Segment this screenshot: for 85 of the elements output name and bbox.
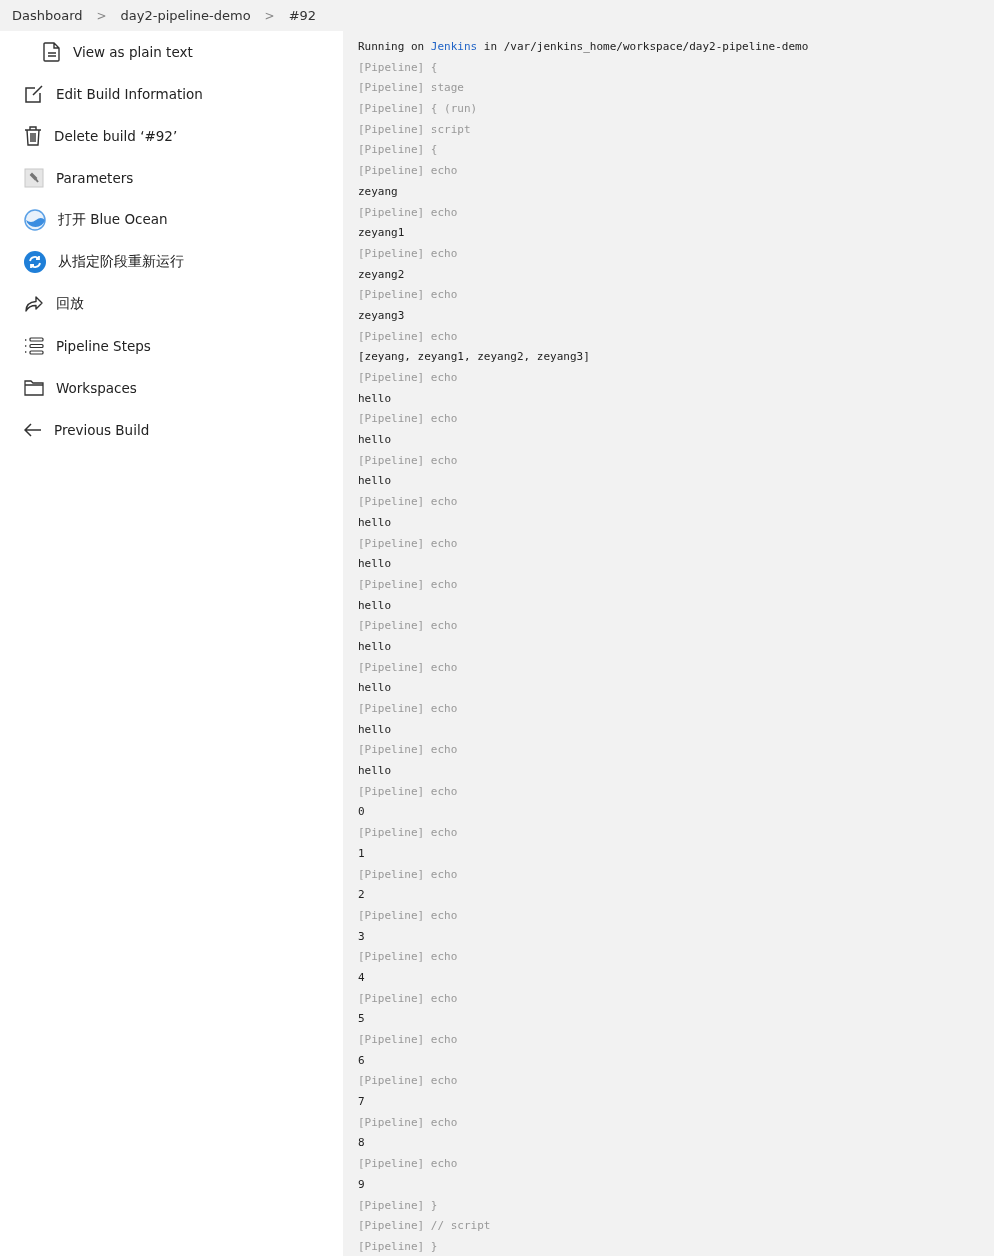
- console-line: hello: [358, 597, 393, 614]
- console-line: [Pipeline] echo: [358, 1073, 459, 1090]
- console-line: hello: [358, 390, 393, 407]
- console-line: [Pipeline] script: [358, 121, 472, 138]
- console-line: [Pipeline] {: [358, 59, 439, 76]
- console-line: 8: [358, 1135, 366, 1152]
- console-line: hello: [358, 514, 393, 531]
- trash-icon: [24, 126, 42, 146]
- console-line: [Pipeline] echo: [358, 576, 459, 593]
- console-line: [Pipeline] echo: [358, 990, 459, 1007]
- console-line: [Pipeline] echo: [358, 783, 459, 800]
- console-line: [Pipeline] echo: [358, 535, 459, 552]
- console-line: 0: [358, 804, 366, 821]
- parameters-icon: [24, 168, 44, 188]
- breadcrumb-separator: >: [96, 8, 107, 23]
- console-line: zeyang: [358, 183, 399, 200]
- console-line: 9: [358, 1176, 366, 1193]
- console-line: zeyang1: [358, 225, 406, 242]
- console-line: zeyang3: [358, 307, 406, 324]
- breadcrumb-separator: >: [264, 8, 275, 23]
- sidebar-item[interactable]: 打开 Blue Ocean: [0, 199, 343, 241]
- console-line: 7: [358, 1094, 366, 1111]
- console-line: [Pipeline] // script: [358, 1218, 492, 1235]
- edit-icon: [24, 84, 44, 104]
- console-line: hello: [358, 473, 393, 490]
- console-line: [Pipeline] echo: [358, 287, 459, 304]
- console-line: zeyang2: [358, 266, 406, 283]
- console-line: [Pipeline] echo: [358, 494, 459, 511]
- sidebar-item[interactable]: Edit Build Information: [0, 73, 343, 115]
- console-line: [Pipeline] echo: [358, 452, 459, 469]
- console-line: 3: [358, 928, 366, 945]
- sidebar-item[interactable]: Pipeline Steps: [0, 325, 343, 367]
- breadcrumb-link[interactable]: Dashboard: [12, 8, 83, 23]
- breadcrumb-link[interactable]: day2-pipeline-demo: [120, 8, 251, 23]
- console-line: [Pipeline] echo: [358, 245, 459, 262]
- console-line: hello: [358, 638, 393, 655]
- restart-icon: [24, 251, 46, 273]
- console-line: [Pipeline] echo: [358, 866, 459, 883]
- sidebar-item[interactable]: Delete build ‘#92’: [0, 115, 343, 157]
- sidebar-item[interactable]: Workspaces: [0, 367, 343, 409]
- console-line: [Pipeline] echo: [358, 825, 459, 842]
- console-line: [Pipeline] echo: [358, 411, 459, 428]
- console-line: [Pipeline] echo: [358, 1114, 459, 1131]
- console-line: [Pipeline] echo: [358, 742, 459, 759]
- console-line: Running on Jenkins in /var/jenkins_home/workspace/day2-pipeline-demo: [358, 39, 810, 55]
- console-line: 4: [358, 969, 366, 986]
- console-line: hello: [358, 680, 393, 697]
- console-line: hello: [358, 721, 393, 738]
- sidebar-item[interactable]: 从指定阶段重新运行: [0, 241, 343, 283]
- console-line: [Pipeline] echo: [358, 328, 459, 345]
- console-line: [Pipeline] echo: [358, 1032, 459, 1048]
- console-line: [Pipeline] echo: [358, 204, 459, 221]
- console-line: [Pipeline] echo: [358, 701, 459, 717]
- left-arrow-icon: [24, 423, 42, 437]
- console-line: 6: [358, 1052, 366, 1069]
- console-line: 1: [358, 845, 366, 862]
- console-line: 5: [358, 1011, 366, 1028]
- console-line: [Pipeline] }: [358, 1238, 439, 1255]
- list-icon: [24, 337, 44, 355]
- node-link[interactable]: Jenkins: [430, 40, 478, 53]
- console-line: [Pipeline] {: [358, 142, 439, 159]
- console-line: [Pipeline] echo: [358, 907, 459, 924]
- console-line: [Pipeline] { (run): [358, 101, 479, 118]
- console-line: [Pipeline] }: [358, 1197, 439, 1214]
- breadcrumb-link[interactable]: #92: [288, 8, 317, 23]
- console-line: [Pipeline] echo: [358, 949, 459, 966]
- sidebar-item[interactable]: 回放: [0, 283, 343, 325]
- share-arrow-icon: [24, 295, 44, 313]
- sidebar-item[interactable]: View as plain text: [0, 31, 343, 73]
- console-line: hello: [358, 556, 393, 573]
- console-line: [Pipeline] echo: [358, 1156, 459, 1173]
- sidebar-item[interactable]: Previous Build: [0, 409, 343, 451]
- console-line: [Pipeline] echo: [358, 618, 459, 635]
- console-line: hello: [358, 763, 393, 780]
- document-icon: [43, 42, 61, 62]
- console-line: [zeyang, zeyang1, zeyang2, zeyang3]: [358, 349, 591, 366]
- console-line: [Pipeline] echo: [358, 659, 459, 676]
- console-line: [Pipeline] stage: [358, 80, 465, 97]
- console-line: [Pipeline] echo: [358, 370, 459, 386]
- console-line: 2: [358, 887, 366, 904]
- console-line: [Pipeline] echo: [358, 163, 459, 180]
- ocean-wave-icon: [24, 209, 46, 231]
- sidebar-item[interactable]: Parameters: [0, 157, 343, 199]
- console-line: hello: [358, 432, 393, 449]
- folder-icon: [24, 380, 44, 396]
